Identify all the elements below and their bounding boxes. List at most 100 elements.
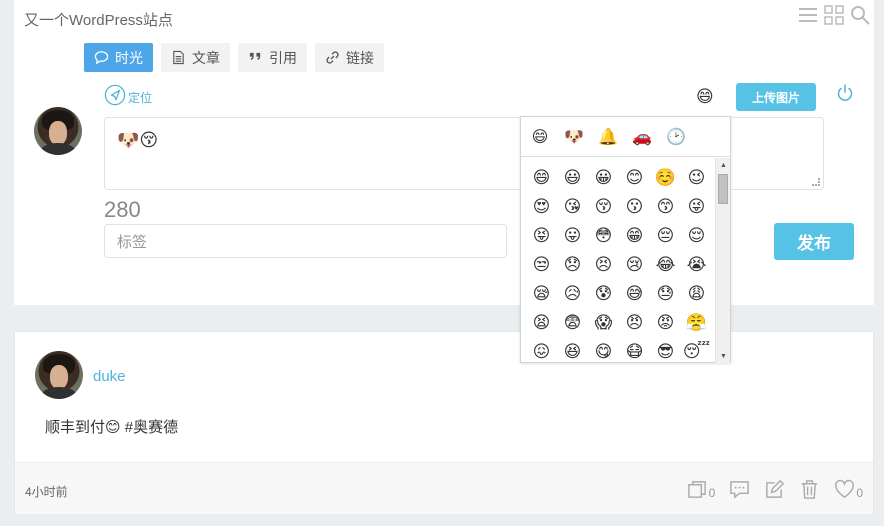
edit-icon [766,479,785,498]
emoji-option[interactable]: 😄 [526,163,557,192]
emoji-option[interactable]: 😡 [650,308,681,337]
post-author[interactable]: duke [93,368,126,385]
repost-button[interactable]: 0 [687,479,716,500]
emoji-option[interactable]: 😞 [557,250,588,279]
composer-card: 又一个WordPress站点 时光 文章 引用 链接 定位 😄 上传图片 🐶😚 … [14,0,874,305]
site-title[interactable]: 又一个WordPress站点 [24,9,173,30]
scroll-thumb[interactable] [718,174,728,204]
menu-icon[interactable] [798,5,818,25]
trash-icon [802,480,818,499]
quote-icon [249,52,261,60]
emoji-option[interactable]: 😓 [650,279,681,308]
emoji-option[interactable]: 😍 [526,192,557,221]
link-icon [326,51,339,64]
editor-content: 🐶😚 [117,130,159,150]
post-footer: 4小时前 0 0 [15,462,873,514]
emoji-option[interactable]: 😌 [681,221,712,250]
emoji-option[interactable]: 😁 [619,221,650,250]
emoji-category-nature[interactable]: 🐶 [563,127,585,147]
tab-moment[interactable]: 时光 [84,43,153,72]
emoji-category-smileys[interactable]: 😄 [529,127,551,147]
emoji-option[interactable]: 😎 [650,337,681,363]
emoji-option[interactable]: 😳 [588,221,619,250]
emoji-option[interactable]: 😠 [619,308,650,337]
emoji-option[interactable]: 😒 [526,250,557,279]
like-button[interactable]: 0 [834,479,863,500]
search-icon[interactable] [850,5,870,25]
emoji-option[interactable]: 😜 [681,192,712,221]
emoji-category-travel[interactable]: 🚗 [631,127,653,147]
tab-label: 引用 [269,49,297,66]
edit-button[interactable] [764,479,785,500]
emoji-option[interactable]: 😫 [526,308,557,337]
comment-button[interactable] [729,479,750,500]
emoji-option[interactable]: 😅 [619,279,650,308]
scroll-down-arrow-icon[interactable]: ▼ [716,349,731,363]
emoji-option[interactable]: 😴 [681,337,712,363]
emoji-option[interactable]: 😪 [526,279,557,308]
post-card: duke 顺丰到付😊 #奥赛德 4小时前 0 0 [14,331,874,514]
emoji-option[interactable]: 😷 [619,337,650,363]
upload-image-button[interactable]: 上传图片 [736,83,816,111]
emoji-option[interactable]: ☺️ [650,163,681,192]
grid-icon[interactable] [824,5,844,25]
emoji-panel: 😄 🐶 🔔 🚗 🕑 😄 😃 😀 😊 ☺️ 😉 😍 😘 😚 😗 😙 😜 😝 😛 😳 😁 😔 😌 😒 😞 😣 😢 😂 😭 😪 😥 😰 😅 😓… [520,116,731,363]
tab-link[interactable]: 链接 [315,43,384,72]
tab-label: 文章 [192,49,220,66]
emoji-picker-button[interactable]: 😄 [696,87,714,107]
speech-bubble-icon [94,51,109,65]
emoji-option[interactable]: 😢 [619,250,650,279]
tab-article[interactable]: 文章 [161,43,230,72]
emoji-option[interactable]: 😗 [619,192,650,221]
emoji-option[interactable]: 😘 [557,192,588,221]
post-avatar[interactable] [35,351,83,399]
emoji-option[interactable]: 😣 [588,250,619,279]
repost-icon [687,481,706,498]
tab-quote[interactable]: 引用 [238,43,307,72]
tag-input[interactable]: 标签 [104,224,507,258]
repost-count: 0 [708,486,716,500]
locate-label: 定位 [128,91,153,105]
heart-icon [835,479,855,498]
delete-button[interactable] [799,479,820,500]
top-toolbar [798,5,870,25]
publish-button[interactable]: 发布 [774,223,854,260]
document-icon [173,50,184,65]
emoji-option[interactable]: 😥 [557,279,588,308]
avatar [34,107,82,155]
emoji-category-recent[interactable]: 🕑 [665,127,687,147]
tab-label: 链接 [346,49,374,66]
emoji-option[interactable]: 😚 [588,192,619,221]
emoji-option[interactable]: 😆 [557,337,588,363]
emoji-category-bar: 😄 🐶 🔔 🚗 🕑 [521,117,730,157]
like-count: 0 [856,486,863,500]
emoji-option[interactable]: 😰 [588,279,619,308]
emoji-category-objects[interactable]: 🔔 [597,127,619,147]
emoji-option[interactable]: 😛 [557,221,588,250]
emoji-option[interactable]: 😀 [588,163,619,192]
scroll-up-arrow-icon[interactable]: ▲ [716,158,731,172]
emoji-option[interactable]: 😨 [557,308,588,337]
char-counter: 280 [104,197,141,222]
emoji-option[interactable]: 😙 [650,192,681,221]
tab-label: 时光 [115,49,143,66]
emoji-option[interactable]: 😱 [588,308,619,337]
power-icon[interactable] [836,83,854,103]
emoji-option[interactable]: 😔 [650,221,681,250]
emoji-option[interactable]: 😩 [681,279,712,308]
emoji-option[interactable]: 😂 [650,250,681,279]
emoji-option[interactable]: 😤 [681,308,712,337]
emoji-option[interactable]: 😉 [681,163,712,192]
emoji-option[interactable]: 😃 [557,163,588,192]
post-type-tabs: 时光 文章 引用 链接 [84,43,384,72]
emoji-option[interactable]: 😭 [681,250,712,279]
emoji-option[interactable]: 😋 [588,337,619,363]
locate-button[interactable]: 定位 [104,84,152,106]
emoji-option[interactable]: 😝 [526,221,557,250]
emoji-option[interactable]: 😖 [526,337,557,363]
post-actions: 0 0 [687,479,863,500]
resize-handle[interactable] [812,178,820,186]
emoji-option[interactable]: 😊 [619,163,650,192]
comment-icon [730,481,750,499]
emoji-scrollbar[interactable]: ▲ ▼ [715,158,730,363]
